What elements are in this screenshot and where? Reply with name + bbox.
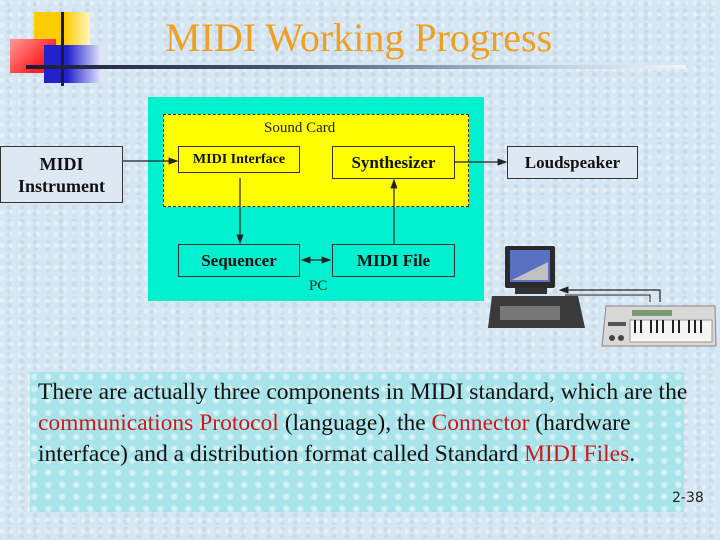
text-segment: (language), the [278, 410, 432, 436]
keyboard-illustration [601, 305, 717, 347]
highlight-connector: Connector [431, 410, 530, 436]
page-number: 2-38 [672, 490, 704, 506]
text-segment: . [629, 441, 636, 467]
description-text: There are actually three components in M… [38, 377, 688, 470]
computer-illustration [488, 246, 585, 328]
highlight-midi-files: MIDI Files [524, 441, 630, 467]
text-segment: There are actually three components in M… [38, 379, 688, 405]
highlight-protocol: communications Protocol [38, 410, 279, 436]
